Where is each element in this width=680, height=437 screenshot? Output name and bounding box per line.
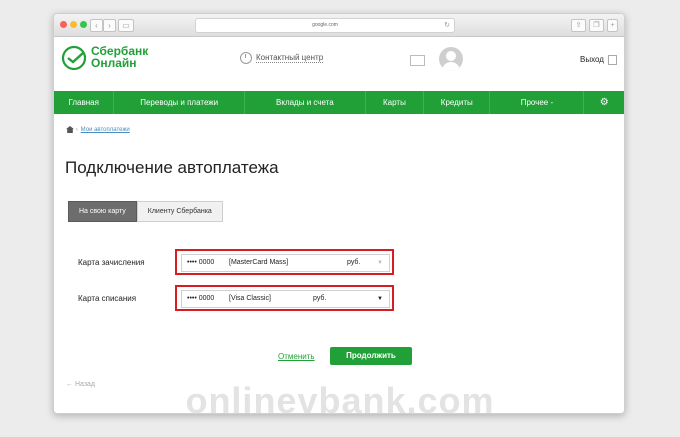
menu-item-home[interactable]: Главная: [54, 91, 115, 114]
cancel-link[interactable]: Отменить: [278, 352, 315, 361]
menu-item-other[interactable]: Прочее -: [490, 91, 585, 114]
site-header: Сбербанк Онлайн Контактный центр Выход: [54, 36, 624, 91]
reload-icon[interactable]: ↻: [444, 19, 450, 32]
address-bar[interactable]: google.com ↻: [195, 18, 455, 33]
menu-item-credits[interactable]: Кредиты: [424, 91, 491, 114]
credit-card-select[interactable]: •••• 0000 [MasterCard Mass] руб. ▼: [181, 254, 390, 272]
contact-center-link[interactable]: Контактный центр: [240, 52, 324, 64]
sidebar-toggle-icon[interactable]: ▭: [118, 19, 134, 32]
menu-item-cards[interactable]: Карты: [366, 91, 425, 114]
close-window-button[interactable]: [60, 21, 67, 28]
credit-card-highlight: •••• 0000 [MasterCard Mass] руб. ▼: [175, 249, 394, 275]
home-icon[interactable]: [66, 126, 74, 133]
debit-card-select[interactable]: •••• 0000 [Visa Classic] руб. ▼: [181, 290, 390, 308]
page-title: Подключение автоплатежа: [65, 158, 279, 177]
breadcrumb-link-autopayments[interactable]: Мои автоплатежи: [81, 127, 130, 133]
logout-label: Выход: [580, 55, 604, 65]
debit-card-label: Карта списания: [78, 294, 137, 303]
forward-nav-icon[interactable]: ›: [103, 19, 116, 32]
logout-icon: [607, 55, 617, 65]
logo-text[interactable]: Сбербанк Онлайн: [91, 45, 148, 69]
back-nav-icon[interactable]: ‹: [90, 19, 103, 32]
browser-toolbar: ‹ › ▭ google.com ↻ ⇪ ❐ +: [54, 14, 624, 37]
tab-own-card[interactable]: На свою карту: [68, 201, 137, 222]
settings-gear-icon[interactable]: ⚙: [584, 91, 624, 114]
contact-center-label: Контактный центр: [256, 53, 324, 64]
sberbank-logo-icon[interactable]: [62, 46, 86, 70]
browser-window: ‹ › ▭ google.com ↻ ⇪ ❐ + Сбербанк Онлайн…: [53, 13, 625, 414]
main-menu: Главная Переводы и платежи Вклады и счет…: [54, 91, 624, 114]
credit-card-mask: •••• 0000: [187, 259, 215, 266]
chevron-down-icon: ▼: [377, 260, 383, 266]
breadcrumb: › Мои автоплатежи: [66, 126, 130, 133]
minimize-window-button[interactable]: [70, 21, 77, 28]
logout-link[interactable]: Выход: [580, 55, 617, 65]
logo-line-2: Онлайн: [91, 56, 137, 70]
debit-card-highlight: •••• 0000 [Visa Classic] руб. ▼: [175, 285, 394, 311]
maximize-window-button[interactable]: [80, 21, 87, 28]
continue-button[interactable]: Продолжить: [330, 347, 412, 365]
clock-icon: [240, 52, 252, 64]
tabs-icon[interactable]: ❐: [589, 19, 604, 32]
credit-card-currency: руб.: [347, 259, 361, 266]
new-tab-icon[interactable]: +: [607, 19, 618, 32]
debit-card-name: [Visa Classic]: [229, 295, 271, 302]
share-icon[interactable]: ⇪: [571, 19, 586, 32]
tab-sberbank-client[interactable]: Клиенту Сбербанка: [136, 201, 223, 222]
credit-card-name: [MasterCard Mass]: [229, 259, 289, 266]
watermark: onlinevbank.com: [185, 380, 495, 421]
debit-card-mask: •••• 0000: [187, 295, 215, 302]
address-text: google.com: [312, 22, 338, 28]
debit-card-currency: руб.: [313, 295, 327, 302]
menu-item-deposits[interactable]: Вклады и счета: [245, 91, 366, 114]
mail-icon[interactable]: [410, 55, 425, 66]
credit-card-label: Карта зачисления: [78, 258, 145, 267]
transfer-tabs: На свою карту Клиенту Сбербанка: [68, 201, 223, 222]
avatar[interactable]: [439, 47, 463, 71]
chevron-down-icon: ▼: [377, 296, 383, 302]
menu-item-transfers[interactable]: Переводы и платежи: [114, 91, 245, 114]
